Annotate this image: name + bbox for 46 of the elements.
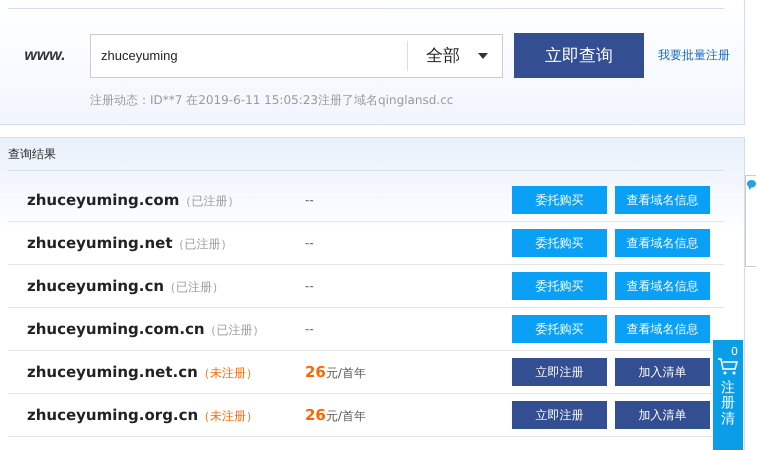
registration-status: （未注册）: [198, 408, 258, 424]
domain-name: zhuceyuming.com.cn: [27, 320, 205, 338]
domain-search-field[interactable]: zhuceyuming 全部: [90, 34, 503, 78]
add-to-list-button[interactable]: 加入清单: [615, 401, 710, 429]
register-button[interactable]: 立即注册: [512, 358, 607, 386]
caret-icon: [478, 52, 488, 58]
cart-icon: [717, 357, 739, 375]
bulk-register-link[interactable]: 我要批量注册: [658, 47, 730, 64]
registration-status: （已注册）: [179, 192, 240, 210]
register-button[interactable]: 立即注册: [512, 401, 607, 429]
suffix-dropdown[interactable]: 全部: [407, 40, 502, 70]
whois-button[interactable]: 查看域名信息: [615, 272, 710, 300]
registration-status: （已注册）: [204, 322, 265, 338]
broker-buy-button[interactable]: 委托购买: [512, 315, 607, 343]
broker-buy-button[interactable]: 委托购买: [512, 186, 607, 214]
domain-name: zhuceyuming.com: [27, 190, 180, 208]
results-title: 查询结果: [8, 146, 56, 162]
search-button[interactable]: 立即查询: [514, 33, 644, 78]
domain-name: zhuceyuming.cn: [27, 276, 164, 294]
broker-buy-button[interactable]: 委托购买: [512, 272, 607, 300]
whois-button[interactable]: 查看域名信息: [615, 229, 710, 257]
www-label: www.: [23, 46, 67, 64]
domain-name: zhuceyuming.net.cn: [27, 362, 198, 380]
price-unit: 元/首年: [326, 408, 366, 424]
price-amount: 26: [305, 362, 326, 380]
registration-activity: 注册动态：ID**7 在2019-6-11 15:05:23注册了域名qinglansd.cc: [90, 92, 454, 109]
price-empty: --: [305, 322, 314, 336]
registration-status: （已注册）: [172, 236, 233, 252]
price-empty: --: [305, 236, 314, 250]
broker-buy-button[interactable]: 委托购买: [512, 229, 607, 257]
whois-button[interactable]: 查看域名信息: [615, 186, 710, 214]
cart-count: 0: [731, 346, 738, 357]
price-amount: 26: [305, 406, 326, 424]
price-unit: 元/首年: [326, 364, 366, 382]
cart-panel[interactable]: 0 注册清: [713, 340, 743, 450]
price-empty: --: [305, 279, 314, 293]
cart-label: 注册清: [721, 381, 735, 428]
whois-button[interactable]: 查看域名信息: [615, 315, 710, 343]
speech-bubble-icon: [746, 180, 756, 190]
registration-status: （未注册）: [198, 364, 258, 382]
domain-name: zhuceyuming.org.cn: [27, 406, 198, 424]
price-empty: --: [305, 193, 314, 207]
registration-status: （已注册）: [164, 278, 224, 296]
add-to-list-button[interactable]: 加入清单: [615, 358, 710, 386]
domain-name: zhuceyuming.net: [27, 234, 173, 252]
help-side-tab[interactable]: [745, 175, 756, 267]
